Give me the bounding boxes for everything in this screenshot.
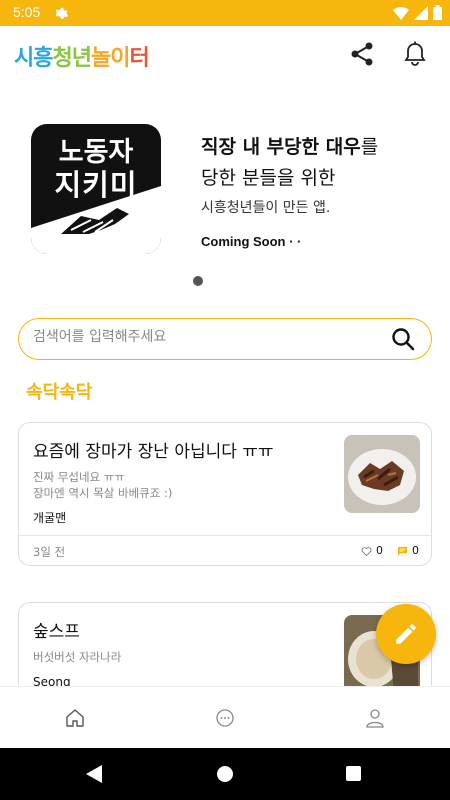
post-stats: 0 0 <box>361 544 419 557</box>
search-icon[interactable] <box>391 327 415 351</box>
post-card[interactable]: 요즘에 장마가 장난 아닙니다 ㅠㅠ 진짜 무섭네요 ㅠㅠ 장마엔 역시 목살 … <box>18 422 432 566</box>
post-title: 숲스프 <box>33 622 80 642</box>
logo-char: 청 <box>52 46 73 71</box>
bell-icon <box>404 41 426 66</box>
recent-apps-button[interactable] <box>346 766 361 781</box>
post-body-line: 장마엔 역시 목살 바베큐죠 :) <box>33 486 173 500</box>
banner-image-line2: 지키미 <box>54 168 138 202</box>
status-bar: 5:05 <box>0 0 450 26</box>
nav-chat[interactable] <box>214 707 236 729</box>
status-time: 5:05 <box>13 4 41 20</box>
bottom-navigation <box>0 686 450 748</box>
carousel-indicator[interactable] <box>193 276 203 286</box>
system-navigation-bar <box>0 748 450 800</box>
logo-char: 이 <box>110 46 130 71</box>
banner-text: 직장 내 부당한 대우를 당한 분들을 위한 시흥청년들이 만든 앱. Comi… <box>201 132 441 249</box>
logo-char: 터 <box>129 46 150 71</box>
promo-banner[interactable]: 노동자 지키미 직장 내 부당한 대우를 당한 분들을 위한 시흥청년들이 만든… <box>0 110 450 280</box>
app-bar: 시흥청년놀이터 <box>0 26 450 86</box>
share-icon <box>351 42 373 66</box>
post-title: 요즘에 장마가 장난 아닙니다 ㅠㅠ <box>33 442 274 462</box>
banner-line3: 시흥청년들이 만든 앱. <box>201 200 331 216</box>
search-bar[interactable] <box>18 318 432 360</box>
section-title: 속닥속닥 <box>26 382 93 403</box>
share-button[interactable] <box>348 40 376 68</box>
person-icon <box>366 709 384 728</box>
post-body: 진짜 무섭네요 ㅠㅠ 장마엔 역시 목살 바베큐죠 :) <box>33 469 172 501</box>
post-author: 개굴맨 <box>33 511 67 525</box>
nav-profile[interactable] <box>364 707 386 729</box>
logo-char: 놀 <box>91 46 111 71</box>
heart-icon[interactable] <box>361 546 372 556</box>
nav-home[interactable] <box>64 707 86 729</box>
wifi-icon <box>393 6 409 20</box>
system-home-button[interactable] <box>217 766 233 782</box>
write-post-button[interactable] <box>376 604 436 664</box>
post-body-line: 진짜 무섭네요 ㅠㅠ <box>33 470 125 484</box>
app-logo[interactable]: 시흥청년놀이터 <box>14 40 150 72</box>
post-date: 3일 전 <box>33 545 66 559</box>
home-icon <box>66 709 84 727</box>
battery-icon <box>433 5 442 20</box>
banner-headline: 직장 내 부당한 대우를 <box>201 132 441 159</box>
comment-icon[interactable] <box>397 546 408 556</box>
system-icons <box>393 5 442 20</box>
card-divider <box>19 535 431 536</box>
signal-icon <box>414 5 428 20</box>
notification-button[interactable] <box>401 40 429 68</box>
pencil-icon <box>396 624 416 644</box>
settings-gear-icon <box>54 5 68 24</box>
banner-line2: 당한 분들을 위한 <box>201 167 336 189</box>
banner-headline-bold: 직장 내 부당한 대우 <box>201 136 361 158</box>
like-count: 0 <box>376 544 383 557</box>
banner-app-image: 노동자 지키미 <box>31 124 161 254</box>
post-body: 버섯버섯 자라나라 <box>33 649 121 665</box>
back-icon[interactable] <box>86 765 102 783</box>
logo-char: 흥 <box>33 46 53 71</box>
logo-char: 시 <box>14 46 34 71</box>
comment-count: 0 <box>412 544 419 557</box>
banner-headline-rest: 를 <box>360 136 379 158</box>
chat-icon <box>216 709 234 727</box>
search-input[interactable] <box>33 329 373 345</box>
post-body-line: 버섯버섯 자라나라 <box>33 650 122 664</box>
post-thumbnail <box>344 435 420 513</box>
logo-char: 년 <box>71 46 92 71</box>
banner-coming-soon: Coming Soon · · <box>201 234 302 249</box>
